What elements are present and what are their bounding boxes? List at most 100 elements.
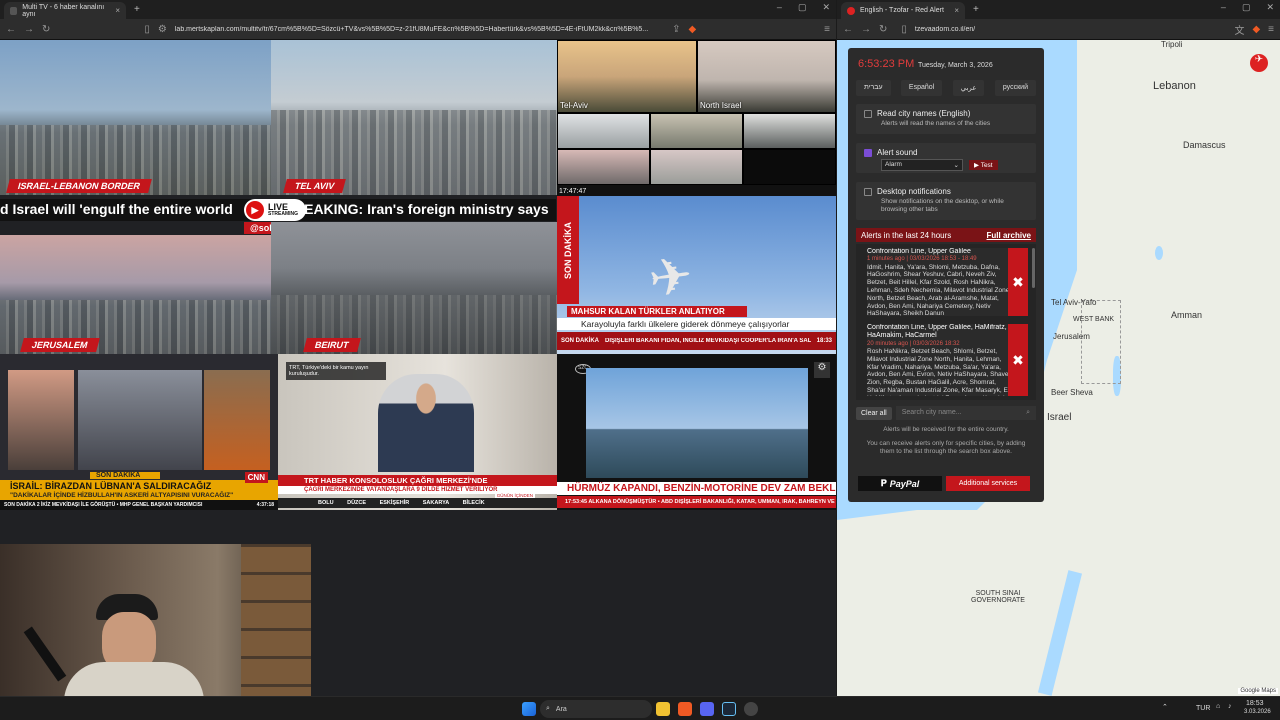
plane-ticker-label: SON DAKİKA — [561, 338, 600, 344]
share-icon[interactable]: ⇪ — [672, 24, 680, 35]
maximize-icon[interactable]: ▢ — [798, 2, 807, 13]
taskbar: ⌕ Ara ⌃ TUR ⌂ ♪ 18:53 3.03.2026 — [0, 696, 1280, 720]
brave-shield-icon[interactable]: ◆ — [1252, 24, 1260, 35]
language-switcher: עברית Español عربي русский — [856, 80, 1036, 96]
paypal-button[interactable]: 𝐏 PayPal — [858, 476, 942, 491]
taskbar-search-label: Ara — [555, 705, 567, 713]
video-airplane-news[interactable]: SON DAKİKA ✈ MAHSUR KALAN TÜRKLER ANLATI… — [557, 196, 836, 354]
obs-icon[interactable] — [744, 702, 758, 716]
map-label-west-bank: WEST BANK — [1073, 316, 1115, 323]
alert-item[interactable]: Confrontation Line, Upper Galilee 1 minu… — [867, 248, 1013, 316]
reload-icon[interactable]: ↻ — [42, 24, 50, 35]
option-desktop-notifications[interactable]: Desktop notifications Show notifications… — [856, 182, 1036, 220]
alert-1-cities: Idmit, Hanita, Ya'ara, Shlomi, Metzuba, … — [867, 263, 1010, 316]
test-label: Test — [980, 162, 993, 169]
minimize-icon[interactable]: – — [1221, 2, 1226, 13]
webcam-overlay — [0, 544, 311, 696]
alert-2-dismiss-icon[interactable]: ✖ — [1008, 324, 1028, 396]
forward-icon[interactable]: → — [861, 24, 871, 35]
desktop-checkbox[interactable] — [864, 187, 872, 196]
alert-1-dismiss-icon[interactable]: ✖ — [1008, 248, 1028, 316]
alert-item[interactable]: Confrontation Line, Upper Galilee, HaMif… — [867, 324, 1013, 396]
alert-sound-checkbox[interactable] — [864, 148, 872, 157]
video-multicam[interactable]: Tel-Aviv North Israel 17:47:47 — [557, 40, 836, 196]
alert-panel: 6:53:23 PM Tuesday, March 3, 2026 עברית … — [848, 48, 1044, 502]
tray-chevron-icon[interactable]: ⌃ — [1162, 703, 1168, 711]
network-icon[interactable]: ⌂ — [1216, 703, 1220, 710]
lang-spanish[interactable]: Español — [900, 80, 943, 96]
date: Tuesday, March 3, 2026 — [918, 62, 993, 69]
video-beirut[interactable]: BEIRUT — [271, 222, 557, 354]
additional-services-button[interactable]: Additional services — [946, 476, 1030, 491]
left-new-tab-button[interactable]: + — [134, 4, 140, 15]
windows-start-icon[interactable] — [522, 702, 536, 716]
user-avatar-icon[interactable]: ✈ — [1250, 54, 1268, 72]
airplane-icon: ✈ — [645, 246, 697, 310]
window-close-icon[interactable]: ✕ — [1266, 2, 1274, 13]
west-bank-region — [1081, 300, 1121, 384]
tray-date[interactable]: 3.03.2026 — [1244, 709, 1271, 715]
window-close-icon[interactable]: ✕ — [822, 2, 830, 13]
clear-all-button[interactable]: Clear all — [856, 406, 892, 420]
bookmark-icon[interactable]: ▯ — [144, 24, 150, 35]
steam-icon[interactable] — [722, 702, 736, 716]
plane-ticker-time: 18:33 — [816, 338, 832, 344]
ticker-text-left: d Israel will 'engulf the entire world — [0, 201, 233, 217]
paypal-icon: 𝐏 — [880, 478, 887, 488]
plane-headline: MAHSUR KALAN TÜRKLER ANLATIYOR — [567, 306, 747, 317]
forward-icon[interactable]: → — [24, 24, 34, 35]
settings-icon[interactable]: ⚙ — [814, 362, 830, 378]
lang-hebrew[interactable]: עברית — [856, 80, 891, 96]
video-israel-lebanon[interactable]: ISRAEL-LEBANON BORDER — [0, 40, 271, 195]
right-tab-close-icon[interactable]: × — [954, 6, 959, 15]
full-archive-link[interactable]: Full archive — [987, 231, 1031, 240]
minimize-icon[interactable]: – — [777, 2, 782, 13]
back-icon[interactable]: ← — [843, 24, 853, 35]
city-search-input[interactable]: Search city name... ⌕ — [895, 406, 1036, 420]
tray-lang[interactable]: TUR — [1196, 705, 1210, 712]
video-tel-aviv[interactable]: TEL AVIV — [271, 40, 557, 195]
left-active-tab[interactable]: Multi TV - 6 haber kanalını aynı × — [4, 2, 126, 19]
video-sozcu[interactable]: SZC ⚙ HÜRMÜZ KAPANDI, BENZİN-MOTORİNE DE… — [557, 354, 836, 510]
left-tab-close-icon[interactable]: × — [115, 6, 120, 15]
site-info-icon[interactable]: ⚙ — [158, 24, 167, 35]
taskbar-search[interactable]: ⌕ Ara — [540, 700, 652, 718]
bookmark-icon[interactable]: ▯ — [901, 24, 907, 35]
lang-arabic[interactable]: عربي — [952, 80, 985, 96]
left-url-field[interactable]: lab.mertskaplan.com/multitv/tr/67cm%5B%5… — [175, 26, 664, 33]
reload-icon[interactable]: ↻ — [879, 24, 887, 35]
option-alert-sound[interactable]: Alert sound Alarm ⌄ ▶ Test — [856, 143, 1036, 173]
right-address-bar: ← → ↻ ▯ tzevaadom.co.il/en/ 文 ◆ ≡ — [837, 19, 1280, 40]
tray-time[interactable]: 18:53 — [1246, 700, 1264, 707]
video-jerusalem[interactable]: JERUSALEM — [0, 235, 271, 354]
sound-select[interactable]: Alarm ⌄ — [881, 159, 963, 171]
back-icon[interactable]: ← — [6, 24, 16, 35]
map-label-damascus: Damascus — [1183, 140, 1226, 150]
menu-icon[interactable]: ≡ — [824, 24, 830, 35]
file-explorer-icon[interactable] — [656, 702, 670, 716]
right-active-tab[interactable]: English - Tzofar - Red Alert × — [841, 2, 965, 19]
brave-browser-icon[interactable] — [678, 702, 692, 716]
menu-icon[interactable]: ≡ — [1268, 24, 1274, 35]
read-names-checkbox[interactable] — [864, 109, 872, 118]
option-read-names[interactable]: Read city names (English) Alerts will re… — [856, 104, 1036, 134]
volume-icon[interactable]: ♪ — [1228, 703, 1232, 710]
test-button[interactable]: ▶ Test — [969, 160, 998, 170]
cnn-logo: CNN — [244, 472, 268, 483]
cam-small-1 — [557, 113, 650, 149]
cam-small-6 — [743, 149, 836, 185]
brave-shield-icon[interactable]: ◆ — [688, 24, 696, 35]
alerts-scrollbar[interactable] — [1032, 248, 1035, 288]
left-tabbar: Multi TV - 6 haber kanalını aynı × + – ▢ ✕ — [0, 0, 836, 19]
translate-icon[interactable]: 文 — [1234, 22, 1244, 37]
right-url-field[interactable]: tzevaadom.co.il/en/ — [915, 26, 1227, 33]
alerts-list[interactable]: Confrontation Line, Upper Galilee 1 minu… — [856, 244, 1036, 400]
lang-russian[interactable]: русский — [994, 80, 1036, 96]
right-new-tab-button[interactable]: + — [973, 4, 979, 15]
alert-2-cities: Rosh HaNikra, Betzet Beach, Shlomi, Betz… — [867, 347, 1013, 396]
maximize-icon[interactable]: ▢ — [1242, 2, 1251, 13]
left-window-controls: – ▢ ✕ — [777, 2, 830, 13]
discord-icon[interactable] — [700, 702, 714, 716]
video-trt-haber[interactable]: TRT, Türkiye'deki bir kamu yayın kuruluş… — [278, 354, 557, 510]
video-cnn-turk[interactable]: SON DAKİKA İSRAİL: BİRAZDAN LÜBNAN'A SAL… — [0, 354, 278, 510]
